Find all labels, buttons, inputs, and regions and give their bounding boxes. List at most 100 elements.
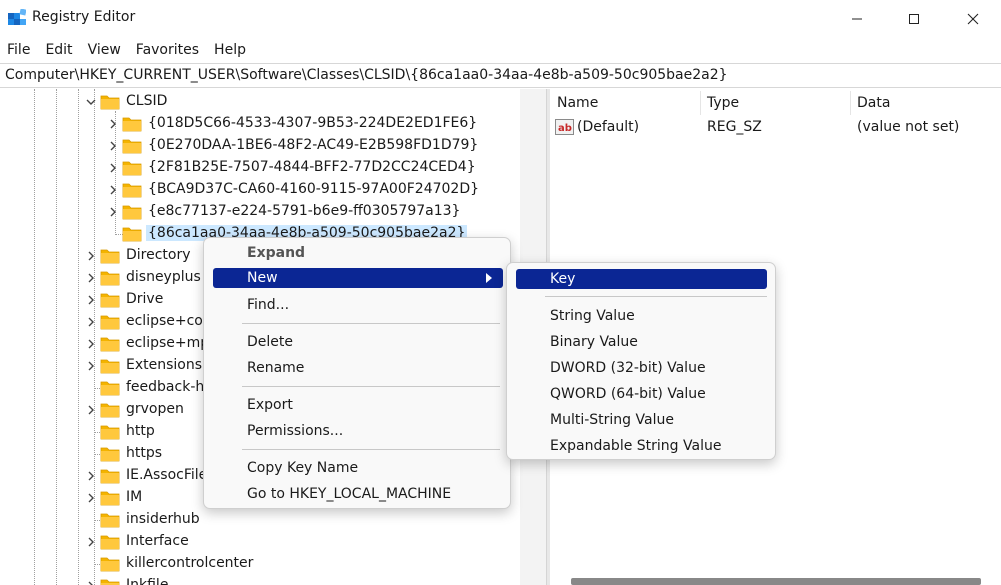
folder-icon (122, 160, 142, 176)
maximize-button[interactable] (891, 0, 937, 38)
folder-icon (100, 336, 120, 352)
tree-item-label: {2F81B25E-7507-4844-BFF2-77D2CC24CED4} (148, 159, 476, 175)
svg-text:ab: ab (558, 123, 572, 134)
column-header-type[interactable]: Type (707, 89, 739, 117)
menu-separator (242, 449, 500, 450)
tree-item-label: {e8c77137-e224-5791-b6e9-ff0305797a13} (148, 203, 461, 219)
tree-item-label: Inkfile (126, 577, 169, 585)
menu-item-rename[interactable]: Rename (247, 357, 304, 379)
chevron-right-icon[interactable] (86, 316, 96, 328)
chevron-right-icon[interactable] (86, 272, 96, 284)
menu-file[interactable]: File (0, 38, 38, 62)
column-header-data[interactable]: Data (857, 89, 890, 117)
tree-item-label: disneyplus (126, 269, 201, 285)
submenu-item-key-label: Key (550, 271, 576, 287)
chevron-right-icon[interactable] (86, 536, 96, 548)
folder-icon (100, 578, 120, 585)
menu-item-find[interactable]: Find... (247, 294, 289, 316)
folder-icon (100, 270, 120, 286)
folder-icon (122, 204, 142, 220)
submenu-arrow-icon (485, 272, 493, 288)
chevron-right-icon[interactable] (108, 206, 118, 218)
window-title: Registry Editor (32, 9, 136, 25)
tree-guide (34, 89, 35, 585)
submenu-item-string-value[interactable]: String Value (550, 305, 635, 327)
chevron-right-icon[interactable] (108, 140, 118, 152)
folder-icon (100, 248, 120, 264)
title-bar: Registry Editor (0, 0, 1001, 38)
close-icon (967, 13, 979, 25)
chevron-right-icon[interactable] (86, 470, 96, 482)
tree-item-label: Interface (126, 533, 189, 549)
tree-item-label: insiderhub (126, 511, 200, 527)
submenu-item-qword-value[interactable]: QWORD (64-bit) Value (550, 383, 706, 405)
menu-view[interactable]: View (81, 38, 129, 62)
chevron-right-icon[interactable] (86, 492, 96, 504)
value-data: (value not set) (857, 119, 960, 135)
folder-icon (100, 292, 120, 308)
menu-item-permissions[interactable]: Permissions... (247, 420, 343, 442)
menu-favorites[interactable]: Favorites (129, 38, 207, 62)
chevron-down-icon[interactable] (86, 96, 96, 108)
submenu-item-expandable-string-value[interactable]: Expandable String Value (550, 435, 721, 457)
address-path: Computer\HKEY_CURRENT_USER\Software\Clas… (5, 67, 728, 83)
column-header-name[interactable]: Name (557, 89, 598, 117)
menu-help[interactable]: Help (207, 38, 254, 62)
folder-icon (122, 226, 142, 242)
chevron-right-icon[interactable] (86, 404, 96, 416)
column-divider[interactable] (700, 91, 701, 115)
menu-item-export[interactable]: Export (247, 394, 293, 416)
tree-item-label: killercontrolcenter (126, 555, 254, 571)
chevron-right-icon[interactable] (86, 580, 96, 585)
tree-item-label: eclipse+cor (126, 313, 209, 329)
value-row[interactable]: ab (Default) REG_SZ (value not set) (550, 117, 1001, 139)
folder-icon (100, 512, 120, 528)
value-name: (Default) (577, 119, 640, 135)
tree-item-label: CLSID (126, 93, 168, 109)
folder-icon (122, 116, 142, 132)
tree-item-label: Directory (126, 247, 191, 263)
chevron-right-icon[interactable] (86, 338, 96, 350)
menu-item-goto-hklm[interactable]: Go to HKEY_LOCAL_MACHINE (247, 483, 451, 505)
tree-item-label: https (126, 445, 163, 461)
tree-guide (94, 89, 95, 585)
chevron-right-icon[interactable] (86, 360, 96, 372)
values-horizontal-scrollbar[interactable] (571, 578, 981, 585)
tree-item-label: eclipse+mp (126, 335, 210, 351)
minimize-button[interactable] (834, 0, 880, 38)
folder-icon (100, 490, 120, 506)
chevron-right-icon[interactable] (86, 294, 96, 306)
new-submenu: Key String Value Binary Value DWORD (32-… (506, 262, 776, 460)
chevron-right-icon[interactable] (108, 162, 118, 174)
tree-item-label: http (126, 423, 155, 439)
address-bar[interactable]: Computer\HKEY_CURRENT_USER\Software\Clas… (0, 63, 1001, 88)
menu-separator (242, 386, 500, 387)
submenu-item-dword-value[interactable]: DWORD (32-bit) Value (550, 357, 706, 379)
menu-item-expand[interactable]: Expand (247, 242, 305, 264)
menu-separator (242, 323, 500, 324)
tree-item-label: grvopen (126, 401, 184, 417)
tree-item-label: Drive (126, 291, 164, 307)
chevron-right-icon[interactable] (108, 118, 118, 130)
folder-open-icon (100, 94, 120, 110)
submenu-item-multi-string-value[interactable]: Multi-String Value (550, 409, 674, 431)
folder-icon (100, 446, 120, 462)
submenu-item-binary-value[interactable]: Binary Value (550, 331, 638, 353)
folder-icon (100, 402, 120, 418)
folder-icon (100, 380, 120, 396)
folder-icon (100, 468, 120, 484)
tree-item-label: {018D5C66-4533-4307-9B53-224DE2ED1FE6} (148, 115, 478, 131)
tree-item-label: IE.AssocFile (126, 467, 208, 483)
string-value-icon: ab (555, 119, 574, 135)
menu-edit[interactable]: Edit (38, 38, 80, 62)
context-menu: Expand New Find... Delete Rename Export … (203, 237, 511, 509)
chevron-right-icon[interactable] (86, 250, 96, 262)
close-button[interactable] (950, 0, 996, 38)
tree-item-label: {BCA9D37C-CA60-4160-9115-97A00F24702D} (148, 181, 480, 197)
folder-icon (100, 358, 120, 374)
menu-item-copy-key-name[interactable]: Copy Key Name (247, 457, 358, 479)
menu-item-delete[interactable]: Delete (247, 331, 293, 353)
chevron-right-icon[interactable] (108, 184, 118, 196)
column-divider[interactable] (850, 91, 851, 115)
tree-guide (78, 89, 79, 585)
